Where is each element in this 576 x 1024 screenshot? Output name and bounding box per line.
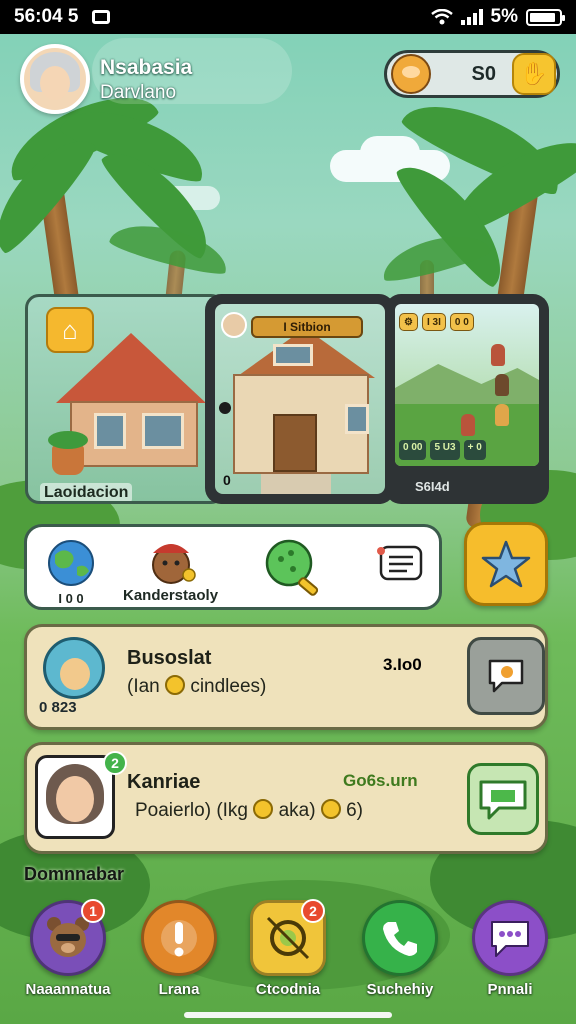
category-globe[interactable]: I 0 0 [41,537,101,606]
door [273,414,317,472]
clock: 56:04 5 [14,6,79,27]
star-icon [481,540,531,588]
category-bar: I 0 0 Kanderstaoly [24,524,442,610]
globe-icon [48,540,94,586]
chat-bubble-icon [488,659,524,693]
nav-label: Ctcodnia [255,981,321,998]
list-item-title: Busoslat [127,647,212,669]
message-action-button[interactable] [467,763,539,835]
list-item-value: Go6s.urn [343,771,418,790]
alert-icon [141,900,217,976]
chat-action-button[interactable] [467,637,545,715]
nav-badge: 1 [81,899,105,923]
nav-item-0[interactable]: 1 Naaannatua [18,899,118,998]
nav-label: Naaannatua [25,981,111,998]
window [94,413,126,449]
nav-badge: 2 [301,899,325,923]
target-icon: 2 [250,899,326,976]
game-stat: 0 00 [399,440,427,460]
message-icon [479,780,527,820]
game-chip: 0 0 [449,313,474,331]
nav-item-3[interactable]: Suchehiy [350,900,450,998]
currency-display[interactable]: S0 ✋ [384,50,560,98]
character [491,344,505,366]
phone-counter: 0 [223,472,231,488]
list-item-title: Kanriae [127,771,201,793]
character [495,404,509,426]
chat-icon [472,900,548,976]
nav-label: Pnnali [487,981,533,998]
list-item-value: 3.Io0 [383,655,422,674]
status-bar: 56:04 5 5% [0,0,576,34]
coin-icon [320,799,341,819]
home-indicator[interactable] [184,1012,392,1018]
photo-icon [92,10,111,24]
monkey-icon [391,54,431,94]
nav-item-2[interactable]: 2 Ctcodnia [238,899,338,998]
contact-avatar [43,637,105,699]
section-title: Domnnabar [24,864,125,884]
nav-label: Lrana [158,981,200,998]
camera-dot [219,402,231,414]
list-item[interactable]: 0 823 Busoslat (Ian cindlees) 3.Io0 [24,624,548,730]
location-label: Laoidacion [40,483,133,501]
phone-label: I Sitbion [251,316,363,338]
game-stat: 5 U3 [430,440,460,460]
profile-avatar[interactable] [20,44,90,114]
steps [261,474,331,494]
plant [48,431,88,475]
user-subtitle: Darvlano [100,82,177,103]
list-icon [377,545,423,581]
nav-item-4[interactable]: Pnnali [460,900,560,998]
mini-avatar [221,312,247,338]
category-label: Kanderstaoly [123,587,219,604]
wifi-icon [430,9,453,25]
bear-icon: 1 [30,899,106,976]
category-search[interactable] [263,537,329,597]
game-chip: ⚙ [399,313,418,331]
character [495,374,509,396]
character [461,414,475,436]
magnifier-icon [265,539,319,596]
avatar-badge: 0 823 [39,699,77,716]
location-card[interactable]: ⌂ Laoidacion [25,294,225,504]
signal-icon [460,9,483,25]
notification-badge: 2 [103,751,127,775]
preview-panel: ⌂ Laoidacion I Sitbion 0 ⚙ I 3I 0 0 0 00… [25,294,549,504]
window [345,404,369,434]
phone-preview-house[interactable]: I Sitbion 0 [205,294,395,504]
phone-icon [362,900,438,976]
list-item[interactable]: 2 Kanriae Poaierlo) (Ikg aka) 6) Go6s.ur… [24,742,548,854]
phone-preview-game[interactable]: ⚙ I 3I 0 0 0 00 5 U3 + 0 S6I4d [385,294,549,504]
favorites-button[interactable] [464,522,548,606]
window [142,413,184,449]
window [273,344,313,366]
cloud [360,136,420,170]
game-timer: S6I4d [415,479,450,494]
battery-icon [526,8,565,26]
coin-icon [253,799,274,819]
list-item-subtitle: (Ian cindlees) [127,675,267,697]
category-list[interactable] [375,541,427,587]
category-character[interactable]: Kanderstaoly [123,535,218,604]
home-icon[interactable]: ⌂ [46,307,94,353]
username[interactable]: Nsabasia [100,56,192,80]
hills [395,364,539,404]
character-icon [151,544,196,584]
list-item-subtitle: Poaierlo) (Ikg aka) 6) [135,799,363,821]
coin-icon [165,675,186,695]
currency-value: S0 [471,62,496,85]
game-chip: I 3I [421,313,446,331]
hand-icon[interactable]: ✋ [512,53,556,95]
category-label: I 0 0 [58,591,84,606]
game-stat: + 0 [463,440,486,460]
nav-label: Suchehiy [366,981,434,998]
nav-item-1[interactable]: Lrana [129,900,229,998]
battery-text: 5% [490,6,518,27]
